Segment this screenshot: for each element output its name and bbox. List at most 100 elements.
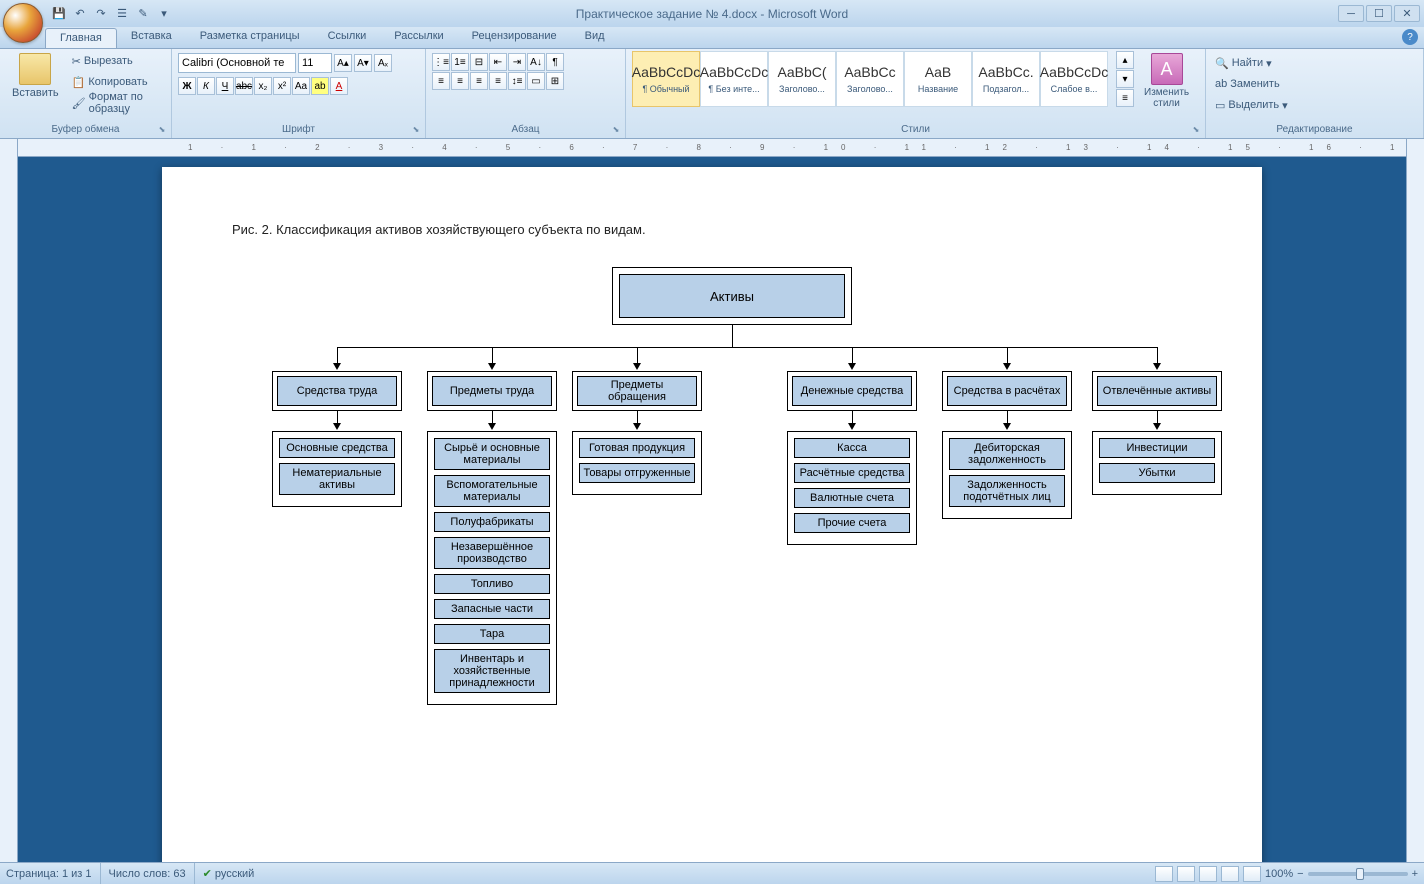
- qat-icon[interactable]: ☰: [113, 5, 131, 23]
- sort-icon[interactable]: A↓: [527, 53, 545, 71]
- redo-icon[interactable]: ↷: [92, 5, 110, 23]
- show-marks-icon[interactable]: ¶: [546, 53, 564, 71]
- launcher-icon[interactable]: ⬊: [611, 125, 621, 135]
- ruler-vertical[interactable]: [0, 139, 18, 862]
- shrink-font-icon[interactable]: A▾: [354, 54, 372, 72]
- change-case-icon[interactable]: Aa: [292, 77, 310, 95]
- style-item[interactable]: AaBbCcDc¶ Без инте...: [700, 51, 768, 107]
- maximize-button[interactable]: ☐: [1366, 5, 1392, 22]
- style-item[interactable]: AaBНазвание: [904, 51, 972, 107]
- minimize-button[interactable]: ─: [1338, 5, 1364, 22]
- group-clipboard-label: Буфер обмена⬊: [6, 122, 165, 138]
- zoom-in-icon[interactable]: +: [1412, 868, 1418, 880]
- underline-icon[interactable]: Ч: [216, 77, 234, 95]
- diagram-branch-head: Денежные средства: [792, 376, 912, 406]
- indent-inc-icon[interactable]: ⇥: [508, 53, 526, 71]
- view-print-icon[interactable]: [1155, 866, 1173, 882]
- tab-home[interactable]: Главная: [45, 28, 117, 48]
- style-item[interactable]: AaBbC(Заголово...: [768, 51, 836, 107]
- close-button[interactable]: ✕: [1394, 5, 1420, 22]
- indent-dec-icon[interactable]: ⇤: [489, 53, 507, 71]
- office-button[interactable]: [3, 3, 43, 43]
- diagram-item: Сырьё и основные материалы: [434, 438, 550, 470]
- diagram-item: Топливо: [434, 574, 550, 594]
- tab-references[interactable]: Ссылки: [314, 27, 381, 48]
- view-read-icon[interactable]: [1177, 866, 1195, 882]
- font-size-select[interactable]: [298, 53, 332, 73]
- multilevel-icon[interactable]: ⊟: [470, 53, 488, 71]
- ruler-horizontal[interactable]: 1 · 1 · 2 · 3 · 4 · 5 · 6 · 7 · 8 · 9 · …: [18, 139, 1406, 157]
- cut-button[interactable]: ✂Вырезать: [69, 51, 165, 71]
- status-words[interactable]: Число слов: 63: [109, 868, 186, 880]
- ribbon: Вставить ✂Вырезать 📋Копировать 🖌Формат п…: [0, 49, 1424, 139]
- font-color-icon[interactable]: A: [330, 77, 348, 95]
- highlight-icon[interactable]: ab: [311, 77, 329, 95]
- undo-icon[interactable]: ↶: [71, 5, 89, 23]
- grow-font-icon[interactable]: A▴: [334, 54, 352, 72]
- numbering-icon[interactable]: 1≡: [451, 53, 469, 71]
- ribbon-tabs: Главная Вставка Разметка страницы Ссылки…: [0, 27, 1424, 49]
- select-button[interactable]: ▭Выделить ▾: [1212, 95, 1291, 115]
- zoom-level[interactable]: 100%: [1265, 868, 1293, 880]
- paste-button[interactable]: Вставить: [6, 51, 65, 101]
- diagram-item: Тара: [434, 624, 550, 644]
- clear-format-icon[interactable]: Aₓ: [374, 54, 392, 72]
- group-paragraph-label: Абзац⬊: [432, 122, 619, 138]
- style-item[interactable]: AaBbCc.Подзагол...: [972, 51, 1040, 107]
- figure-caption: Рис. 2. Классификация активов хозяйствую…: [232, 222, 1192, 237]
- document-scroll[interactable]: Рис. 2. Классификация активов хозяйствую…: [18, 157, 1406, 862]
- replace-button[interactable]: abЗаменить: [1212, 74, 1283, 94]
- align-right-icon[interactable]: ≡: [470, 72, 488, 90]
- format-painter-button[interactable]: 🖌Формат по образцу: [69, 93, 165, 113]
- align-left-icon[interactable]: ≡: [432, 72, 450, 90]
- tab-view[interactable]: Вид: [571, 27, 619, 48]
- justify-icon[interactable]: ≡: [489, 72, 507, 90]
- help-icon[interactable]: ?: [1402, 29, 1418, 45]
- borders-icon[interactable]: ⊞: [546, 72, 564, 90]
- status-language[interactable]: русский: [215, 868, 254, 880]
- diagram-item: Запасные части: [434, 599, 550, 619]
- tab-review[interactable]: Рецензирование: [458, 27, 571, 48]
- bullets-icon[interactable]: ⋮≡: [432, 53, 450, 71]
- line-spacing-icon[interactable]: ↕≡: [508, 72, 526, 90]
- page[interactable]: Рис. 2. Классификация активов хозяйствую…: [162, 167, 1262, 862]
- align-center-icon[interactable]: ≡: [451, 72, 469, 90]
- status-page[interactable]: Страница: 1 из 1: [6, 868, 92, 880]
- diagram-item: Расчётные средства: [794, 463, 910, 483]
- tab-insert[interactable]: Вставка: [117, 27, 186, 48]
- spell-check-icon[interactable]: ✔: [203, 867, 212, 880]
- qat-dropdown-icon[interactable]: ▾: [155, 5, 173, 23]
- launcher-icon[interactable]: ⬊: [1191, 125, 1201, 135]
- tab-layout[interactable]: Разметка страницы: [186, 27, 314, 48]
- paste-icon: [19, 53, 51, 85]
- superscript-icon[interactable]: x²: [273, 77, 291, 95]
- style-more-icon[interactable]: ≡: [1116, 89, 1134, 107]
- launcher-icon[interactable]: ⬊: [157, 125, 167, 135]
- title-bar: 💾 ↶ ↷ ☰ ✎ ▾ Практическое задание № 4.doc…: [0, 0, 1424, 27]
- style-item[interactable]: AaBbCcDcСлабое в...: [1040, 51, 1108, 107]
- font-name-select[interactable]: [178, 53, 296, 73]
- style-item[interactable]: AaBbCcЗаголово...: [836, 51, 904, 107]
- launcher-icon[interactable]: ⬊: [411, 125, 421, 135]
- style-item[interactable]: AaBbCcDc¶ Обычный: [632, 51, 700, 107]
- scrollbar-vertical[interactable]: [1406, 139, 1424, 862]
- view-draft-icon[interactable]: [1243, 866, 1261, 882]
- shading-icon[interactable]: ▭: [527, 72, 545, 90]
- style-down-icon[interactable]: ▾: [1116, 70, 1134, 88]
- bold-icon[interactable]: Ж: [178, 77, 196, 95]
- style-up-icon[interactable]: ▴: [1116, 51, 1134, 69]
- view-web-icon[interactable]: [1199, 866, 1217, 882]
- diagram-item: Полуфабрикаты: [434, 512, 550, 532]
- view-outline-icon[interactable]: [1221, 866, 1239, 882]
- save-icon[interactable]: 💾: [50, 5, 68, 23]
- italic-icon[interactable]: К: [197, 77, 215, 95]
- copy-button[interactable]: 📋Копировать: [69, 72, 165, 92]
- zoom-slider[interactable]: [1308, 872, 1408, 876]
- subscript-icon[interactable]: x₂: [254, 77, 272, 95]
- tab-mailings[interactable]: Рассылки: [380, 27, 457, 48]
- change-styles-button[interactable]: A Изменить стили: [1138, 51, 1195, 111]
- qat-icon[interactable]: ✎: [134, 5, 152, 23]
- zoom-out-icon[interactable]: −: [1297, 868, 1303, 880]
- find-button[interactable]: 🔍Найти ▾: [1212, 53, 1275, 73]
- strike-icon[interactable]: abc: [235, 77, 253, 95]
